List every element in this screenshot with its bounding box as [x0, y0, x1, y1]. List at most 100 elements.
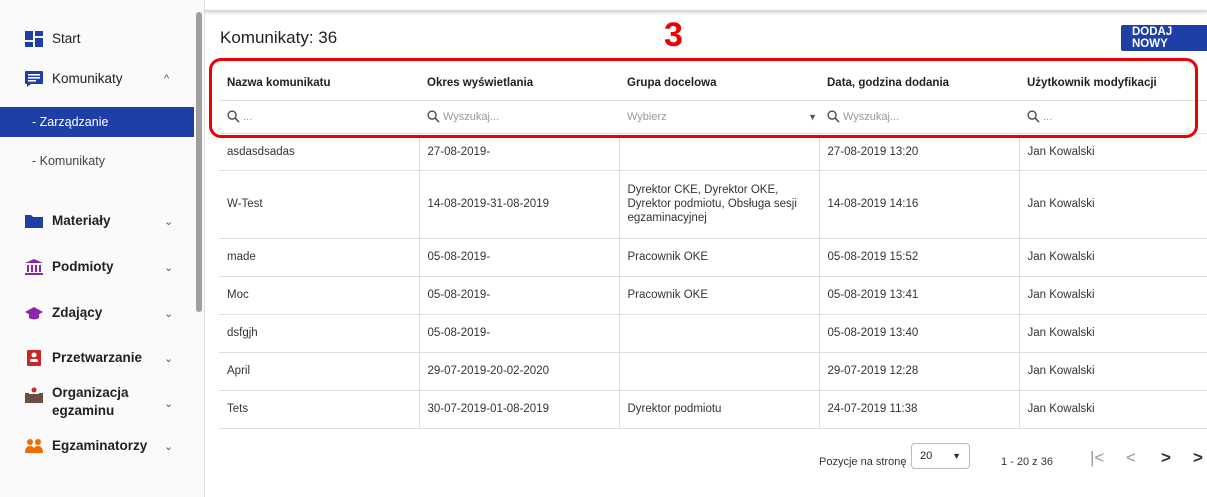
search-icon [227, 110, 240, 123]
chevron-down-icon: ⌄ [164, 440, 174, 453]
table-row[interactable]: made 05-08-2019- Pracownik OKE 05-08-201… [219, 238, 1207, 277]
page-size-select[interactable]: 20 ▼ [911, 443, 970, 469]
sidebar-item-materialy[interactable]: Materiały ⌄ [0, 212, 194, 230]
sidebar-subitem-label: - Zarządzanie [32, 115, 109, 129]
cell-group: Dyrektor podmiotu [618, 390, 819, 429]
sidebar-item-przetwarzanie[interactable]: Przetwarzanie ⌄ [0, 349, 194, 367]
column-header-period[interactable]: Okres wyświetlania [419, 66, 619, 101]
filter-placeholder: Wyszukaj... [843, 110, 900, 123]
date-filter-cell: Wyszukaj... [819, 100, 1019, 134]
table-row[interactable]: Tets 30-07-2019-01-08-2019 Dyrektor podm… [219, 390, 1207, 429]
chevron-down-icon: ⌄ [164, 352, 174, 365]
cell-date: 27-08-2019 13:20 [818, 133, 1019, 171]
cell-user: Jan Kowalski [1018, 133, 1207, 171]
add-new-button[interactable]: DODAJ NOWY [1121, 25, 1207, 51]
sidebar-item-podmioty[interactable]: Podmioty ⌄ [0, 258, 194, 276]
cell-group [618, 133, 819, 171]
chevron-down-icon: ⌄ [164, 307, 174, 320]
page-title: Komunikaty: 36 [220, 28, 338, 47]
column-header-date[interactable]: Data, godzina dodania [819, 66, 1019, 101]
filter-placeholder: Wybierz [627, 110, 667, 123]
user-filter-input[interactable]: ... [1027, 110, 1207, 123]
filter-placeholder: ... [243, 110, 253, 123]
sidebar-item-label: Organizacja [52, 385, 129, 400]
sidebar-subitem-komunikaty[interactable]: - Komunikaty [0, 146, 194, 176]
sidebar-subitem-zarzadzanie[interactable]: - Zarządzanie [0, 107, 194, 137]
group-filter-select[interactable]: Wybierz ▼ [627, 111, 817, 123]
search-icon [1027, 110, 1040, 123]
sidebar-item-label: Podmioty [52, 259, 114, 274]
cell-group: Dyrektor CKE, Dyrektor OKE, Dyrektor pod… [618, 170, 819, 239]
table-header-row: Nazwa komunikatu Okres wyświetlania Grup… [219, 66, 1207, 101]
period-filter-input[interactable]: Wyszukaj... [427, 110, 619, 123]
person-desk-icon [25, 387, 43, 403]
sidebar-item-egzaminatorzy[interactable]: Egzaminatorzy ⌄ [0, 437, 194, 455]
cell-group: Pracownik OKE [618, 276, 819, 315]
chevron-up-icon: ^ [164, 73, 170, 85]
top-divider [205, 10, 1207, 12]
cell-name: Moc [219, 276, 419, 315]
sidebar-item-organizacja-egzaminu[interactable]: Organizacja egzaminu ⌄ [0, 385, 194, 421]
table-row[interactable]: Moc 05-08-2019- Pracownik OKE 05-08-2019… [219, 276, 1207, 315]
cell-period: 05-08-2019- [418, 238, 619, 277]
sidebar-item-komunikaty[interactable]: Komunikaty ^ [0, 70, 194, 88]
cell-name: made [219, 238, 419, 277]
sidebar: Start Komunikaty ^ - Zarządzanie - Komun… [0, 0, 205, 497]
cell-date: 05-08-2019 15:52 [818, 238, 1019, 277]
page-size-label: Pozycje na stronę [819, 456, 907, 468]
sidebar-item-label: Przetwarzanie [52, 350, 143, 365]
search-icon [827, 110, 840, 123]
page-size-value: 20 [920, 450, 933, 462]
sidebar-item-label: Start [52, 31, 81, 46]
cell-date: 14-08-2019 14:16 [818, 170, 1019, 239]
previous-page-icon[interactable]: < [1126, 448, 1136, 468]
cell-period: 30-07-2019-01-08-2019 [418, 390, 619, 429]
cell-user: Jan Kowalski [1018, 390, 1207, 429]
next-page-icon[interactable]: > [1161, 448, 1171, 468]
cell-period: 29-07-2019-20-02-2020 [418, 352, 619, 391]
sidebar-item-label: Egzaminatorzy [52, 438, 148, 453]
sidebar-item-label: egzaminu [52, 403, 115, 418]
chevron-down-icon: ⌄ [164, 215, 174, 228]
sidebar-item-label: Komunikaty [52, 71, 123, 86]
table-row[interactable]: W-Test 14-08-2019-31-08-2019 Dyrektor CK… [219, 170, 1207, 239]
table-row[interactable]: April 29-07-2019-20-02-2020 29-07-2019 1… [219, 352, 1207, 391]
graduation-cap-icon [25, 307, 43, 320]
column-header-name[interactable]: Nazwa komunikatu [219, 66, 419, 101]
table-row[interactable]: asdasdsadas 27-08-2019- 27-08-2019 13:20… [219, 133, 1207, 171]
cell-name: April [219, 352, 419, 391]
message-icon [25, 71, 43, 87]
sidebar-subitem-label: - Komunikaty [32, 154, 105, 168]
chevron-down-icon: ⌄ [164, 261, 174, 274]
sidebar-item-start[interactable]: Start [0, 30, 194, 48]
sidebar-scrollbar[interactable] [196, 12, 202, 312]
last-page-icon[interactable]: > [1193, 448, 1203, 468]
cell-user: Jan Kowalski [1018, 238, 1207, 277]
sidebar-item-zdajacy[interactable]: Zdający ⌄ [0, 304, 194, 322]
column-header-group[interactable]: Grupa docelowa [619, 66, 819, 101]
cell-user: Jan Kowalski [1018, 314, 1207, 353]
cell-user: Jan Kowalski [1018, 352, 1207, 391]
annotation-number: 3 [664, 16, 683, 54]
group-filter-cell: Wybierz ▼ [619, 100, 819, 134]
cell-name: W-Test [219, 170, 419, 239]
cell-name: dsfgjh [219, 314, 419, 353]
cell-period: 14-08-2019-31-08-2019 [418, 170, 619, 239]
dropdown-arrow-icon: ▼ [808, 111, 817, 122]
cell-group [618, 314, 819, 353]
period-filter-cell: Wyszukaj... [419, 100, 619, 134]
cell-user: Jan Kowalski [1018, 276, 1207, 315]
name-filter-cell: ... [219, 100, 419, 134]
filter-placeholder: Wyszukaj... [443, 110, 500, 123]
column-header-user[interactable]: Użytkownik modyfikacji [1019, 66, 1207, 101]
cell-date: 24-07-2019 11:38 [818, 390, 1019, 429]
first-page-icon[interactable]: |< [1090, 448, 1104, 468]
cell-period: 05-08-2019- [418, 276, 619, 315]
cell-date: 29-07-2019 12:28 [818, 352, 1019, 391]
sidebar-item-label: Zdający [52, 305, 103, 320]
name-filter-input[interactable]: ... [227, 110, 419, 123]
dashboard-icon [25, 31, 43, 47]
date-filter-input[interactable]: Wyszukaj... [827, 110, 1019, 123]
filter-row: ... Wyszukaj... Wybierz ▼ Wyszukaj... ..… [219, 100, 1207, 134]
table-row[interactable]: dsfgjh 05-08-2019- 05-08-2019 13:40 Jan … [219, 314, 1207, 353]
